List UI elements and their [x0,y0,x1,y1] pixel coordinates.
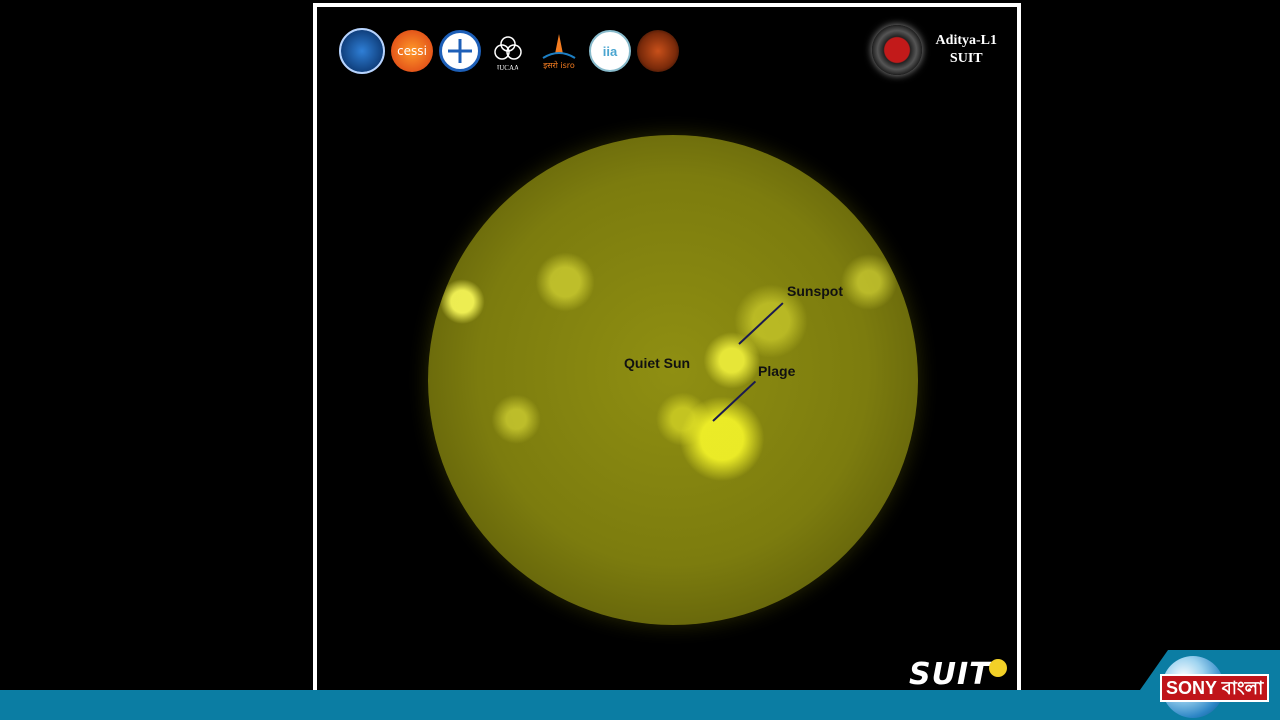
mission-brand: Aditya-L1 SUIT [871,25,997,75]
video-frame: cessi IUCAA इसरो isro iia Aditya-L1 SUIT [313,3,1021,697]
mission-name: Aditya-L1 [935,33,997,48]
instrument-name: SUIT [949,51,983,66]
news-ticker-bar [0,690,1280,720]
isro-logo: इसरो isro [535,30,583,72]
iia-logo: iia [589,30,631,72]
cessi-logo: cessi [391,30,433,72]
iia-logo-text: iia [602,43,618,59]
suit-watermark: SUIT [909,657,991,692]
svg-text:IUCAA: IUCAA [497,64,519,72]
channel-name: SONY বাংলা [1160,674,1270,702]
aditya-emblem-icon [871,25,922,75]
iucaa-icon: IUCAA [494,36,522,72]
isro-icon: इसरो isro [542,34,576,70]
partner-logos: cessi IUCAA इसरो isro iia [339,27,679,75]
solar-disk-image [428,135,918,625]
cessi-logo-text: cessi [397,44,427,58]
sunspot-label: Sunspot [787,283,843,299]
iucaa-logo: IUCAA [487,30,529,72]
quiet-sun-label: Quiet Sun [624,355,691,371]
plage-label: Plage [758,363,796,379]
sun-disk [428,135,918,625]
mission-title: Aditya-L1 SUIT [936,32,997,68]
channel-logo: SONY বাংলা [1130,650,1280,720]
ncra-logo [439,30,481,72]
university-emblem-logo [637,30,679,72]
suit-badge-icon [989,659,1007,677]
isro-institute-logo [339,28,385,74]
svg-text:इसरो isro: इसरो isro [543,60,575,70]
